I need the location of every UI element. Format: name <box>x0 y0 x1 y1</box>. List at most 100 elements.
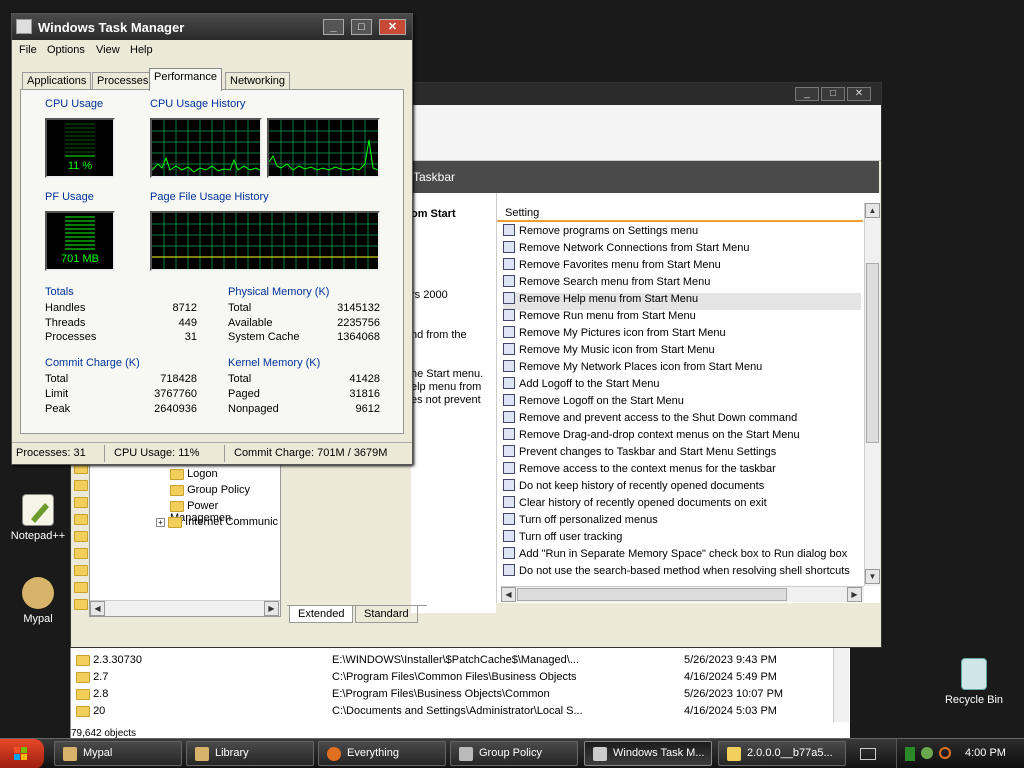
menu-file[interactable]: File <box>19 44 37 56</box>
column-header-setting[interactable]: Setting <box>497 204 863 222</box>
tree-item[interactable]: Group Policy <box>170 484 250 496</box>
clock[interactable]: 4:00 PM <box>965 747 1006 759</box>
task-mypal[interactable]: Mypal <box>54 741 182 766</box>
policy-setting-icon <box>503 292 515 305</box>
setting-row[interactable]: Remove programs on Settings menu <box>503 224 861 242</box>
close-button[interactable]: ✕ <box>847 87 871 101</box>
setting-label: Remove Logoff on the Start Menu <box>519 395 684 408</box>
tm-maximize-button[interactable]: □ <box>351 19 372 35</box>
setting-row[interactable]: Turn off user tracking <box>503 530 861 548</box>
setting-row[interactable]: Prevent changes to Taskbar and Start Men… <box>503 445 861 463</box>
notepadpp-desktop-icon[interactable]: Notepad++ <box>3 494 73 542</box>
setting-row[interactable]: Remove My Network Places icon from Start… <box>503 360 861 378</box>
file-row[interactable]: 2.7 C:\Program Files\Common Files\Busine… <box>71 669 850 686</box>
task-folder[interactable]: 2.0.0.0__b77a5... <box>718 741 846 766</box>
setting-row[interactable]: Remove Run menu from Start Menu <box>503 309 861 327</box>
tab-performance[interactable]: Performance <box>149 68 222 91</box>
setting-row[interactable]: Do not use the search-based method when … <box>503 564 861 582</box>
scroll-down-arrow-icon[interactable]: ▼ <box>865 569 880 584</box>
setting-row[interactable]: Remove Favorites menu from Start Menu <box>503 258 861 276</box>
maximize-button[interactable]: □ <box>821 87 845 101</box>
kernel-memory-title: Kernel Memory (K) <box>228 357 321 369</box>
task-label: Everything <box>347 747 399 759</box>
task-group-policy[interactable]: Group Policy <box>450 741 578 766</box>
file-date: 4/16/2024 5:03 PM <box>684 705 777 717</box>
tab-networking[interactable]: Networking <box>225 72 291 90</box>
explorer-scrollbar[interactable] <box>833 648 849 722</box>
description-pane: om Start rs 2000 nd from the he Start me… <box>411 193 496 613</box>
policy-setting-icon <box>503 462 515 475</box>
tm-close-button[interactable]: ✕ <box>379 19 406 35</box>
scroll-up-arrow-icon[interactable]: ▲ <box>865 203 880 218</box>
mypal-desktop-icon[interactable]: Mypal <box>3 577 73 625</box>
task-everything[interactable]: Everything <box>318 741 446 766</box>
expand-plus-icon[interactable]: + <box>156 518 165 527</box>
tab-extended[interactable]: Extended <box>289 606 354 623</box>
setting-row[interactable]: Remove Help menu from Start Menu <box>503 292 861 310</box>
setting-row[interactable]: Turn off personalized menus <box>503 513 861 531</box>
tm-title: Windows Task Manager <box>38 20 185 35</box>
setting-row[interactable]: Remove Drag-and-drop context menus on th… <box>503 428 861 446</box>
minimize-button[interactable]: _ <box>795 87 819 101</box>
tab-applications[interactable]: Applications <box>22 72 92 90</box>
setting-label: Remove Network Connections from Start Me… <box>519 242 750 255</box>
task-label: Library <box>215 747 249 759</box>
setting-row[interactable]: Do not keep history of recently opened d… <box>503 479 861 497</box>
network-icon[interactable] <box>905 747 915 761</box>
tm-minimize-button[interactable]: _ <box>323 19 344 35</box>
file-date: 4/16/2024 5:49 PM <box>684 671 777 683</box>
scroll-left-arrow-icon[interactable]: ◀ <box>90 601 105 616</box>
menu-help[interactable]: Help <box>130 44 153 56</box>
policy-setting-icon <box>503 445 515 458</box>
pf-history-label: Page File Usage History <box>150 191 269 203</box>
policy-setting-icon <box>503 377 515 390</box>
settings-vscroll[interactable]: ▲ ▼ <box>864 203 880 586</box>
setting-row[interactable]: Add Logoff to the Start Menu <box>503 377 861 395</box>
setting-row[interactable]: Remove access to the context menus for t… <box>503 462 861 480</box>
policy-setting-icon <box>503 496 515 509</box>
keyboard-icon[interactable] <box>860 748 876 760</box>
menu-view[interactable]: View <box>96 44 120 56</box>
tm-titlebar[interactable]: Windows Task Manager _ □ ✕ <box>12 14 412 40</box>
tab-processes[interactable]: Processes <box>92 72 154 90</box>
tree-item[interactable]: + Internet Communic <box>156 516 278 528</box>
setting-row[interactable]: Remove and prevent access to the Shut Do… <box>503 411 861 429</box>
menu-options[interactable]: Options <box>47 44 85 56</box>
tab-standard[interactable]: Standard <box>355 606 418 623</box>
setting-row[interactable]: Add "Run in Separate Memory Space" check… <box>503 547 861 565</box>
policy-setting-icon <box>503 530 515 543</box>
scroll-right-arrow-icon[interactable]: ▶ <box>264 601 279 616</box>
setting-label: Remove My Network Places icon from Start… <box>519 361 763 374</box>
settings-hscroll[interactable]: ◀ ▶ <box>501 586 864 602</box>
setting-row[interactable]: Remove My Music icon from Start Menu <box>503 343 861 361</box>
file-row[interactable]: 2.3.30730 E:\WINDOWS\Installer\$PatchCac… <box>71 652 850 669</box>
system-cache-value: 1364068 <box>337 331 380 343</box>
tree-hscroll[interactable]: ◀ ▶ <box>90 600 280 616</box>
setting-row[interactable]: Remove Network Connections from Start Me… <box>503 241 861 259</box>
hscroll-thumb[interactable] <box>517 588 787 601</box>
scroll-thumb[interactable] <box>866 263 879 443</box>
scroll-right-arrow-icon[interactable]: ▶ <box>847 587 862 602</box>
file-row[interactable]: 20 C:\Documents and Settings\Administrat… <box>71 703 850 720</box>
task-library[interactable]: Library <box>186 741 314 766</box>
search-icon[interactable] <box>939 747 951 759</box>
setting-row[interactable]: Remove Search menu from Start Menu <box>503 275 861 293</box>
folder-icon <box>74 514 88 525</box>
tree-item[interactable]: Logon <box>170 468 218 480</box>
scroll-left-arrow-icon[interactable]: ◀ <box>501 587 516 602</box>
setting-label: Add "Run in Separate Memory Space" check… <box>519 548 848 561</box>
shield-icon[interactable] <box>921 747 933 759</box>
folder-icon <box>76 654 90 666</box>
setting-row[interactable]: Remove Logoff on the Start Menu <box>503 394 861 412</box>
status-processes: Processes: 31 <box>16 447 86 459</box>
library-icon <box>195 747 209 761</box>
start-button[interactable] <box>0 739 44 768</box>
file-row[interactable]: 2.8 E:\Program Files\Business Objects\Co… <box>71 686 850 703</box>
kernel-nonpaged-label: Nonpaged <box>228 403 279 415</box>
recycle-bin-desktop-icon[interactable]: Recycle Bin <box>939 658 1009 706</box>
setting-row[interactable]: Clear history of recently opened documen… <box>503 496 861 514</box>
task-task-manager[interactable]: Windows Task M... <box>584 741 712 766</box>
phys-total-value: 3145132 <box>337 302 380 314</box>
policy-setting-icon <box>503 241 515 254</box>
setting-row[interactable]: Remove My Pictures icon from Start Menu <box>503 326 861 344</box>
